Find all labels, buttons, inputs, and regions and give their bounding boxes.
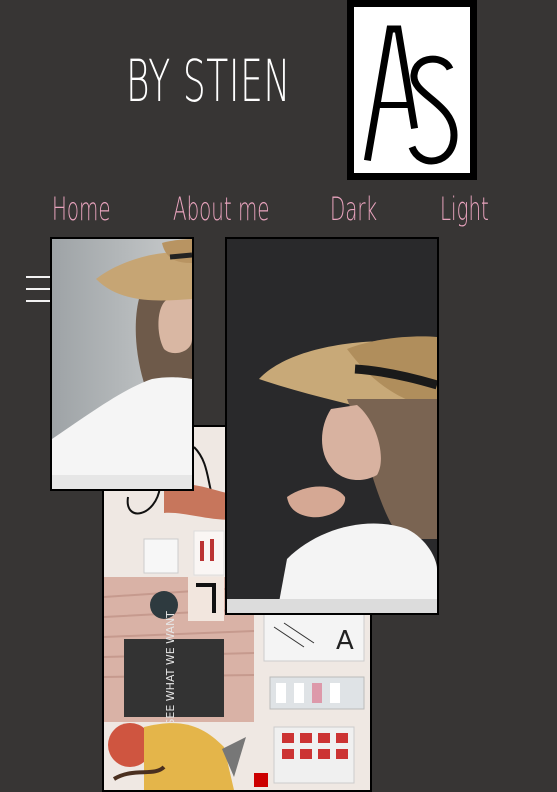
- logo-image: [354, 7, 470, 173]
- portrait-photo-left: [50, 237, 194, 491]
- nav-light-link[interactable]: Light: [440, 190, 489, 228]
- nav-about-link[interactable]: About me: [173, 190, 269, 228]
- main-nav: Home About me Dark Light: [0, 190, 557, 234]
- brand-title: BY STIEN: [126, 47, 291, 115]
- hamburger-menu-icon[interactable]: [26, 274, 52, 308]
- moodboard-letter: A: [336, 626, 354, 656]
- portrait-photo-right: [225, 237, 439, 615]
- nav-home-link[interactable]: Home: [52, 190, 111, 228]
- logo-mark: [363, 25, 458, 165]
- logo[interactable]: [347, 0, 477, 180]
- nav-dark-link[interactable]: Dark: [330, 190, 377, 228]
